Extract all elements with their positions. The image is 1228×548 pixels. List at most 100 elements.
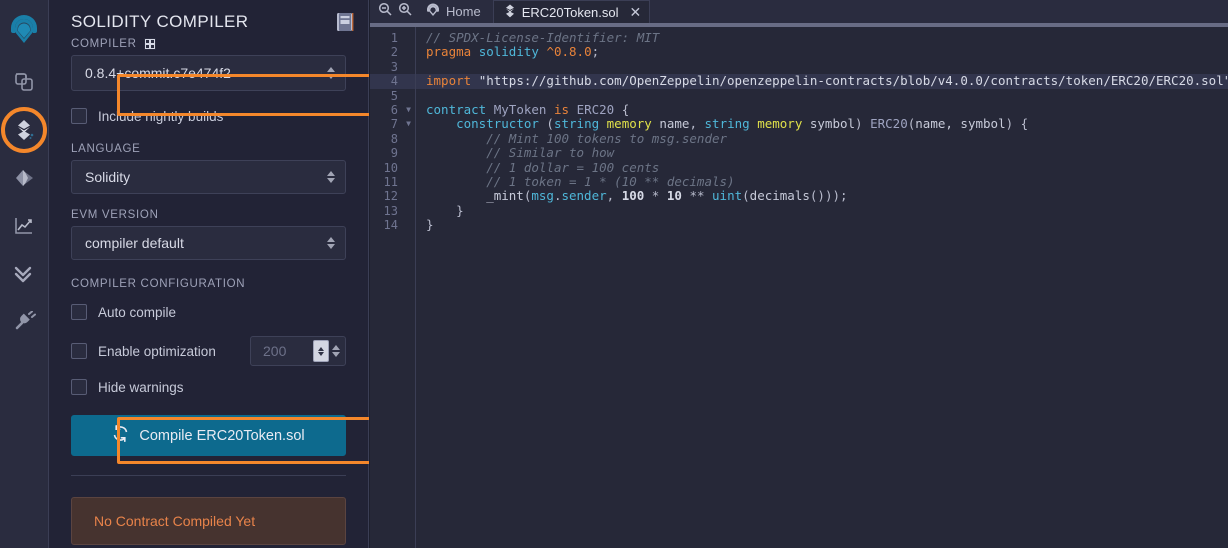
- debugger-checks-icon[interactable]: [0, 250, 49, 298]
- code-text: // Similar to how: [486, 145, 615, 161]
- solidity-compiler-panel: SOLIDITY COMPILER COMPILER 0.8.4+commit.…: [49, 0, 397, 548]
- chevron-updown-icon: [327, 237, 335, 249]
- compiler-field-label: COMPILER: [71, 38, 346, 50]
- panel-body: COMPILER 0.8.4+commit.c7e474f2 Include n…: [49, 38, 368, 476]
- code-editor[interactable]: 1 // SPDX-License-Identifier: MIT 2 pragma …: [370, 27, 1228, 548]
- code-text: import "https://github.com/OpenZeppelin/…: [426, 73, 1228, 89]
- auto-compile-row[interactable]: Auto compile: [71, 302, 346, 322]
- remix-logo-icon: [426, 3, 440, 21]
- evm-version-label-text: EVM VERSION: [71, 209, 159, 221]
- code-line[interactable]: 11 // 1 token = 1 * (10 ** decimals): [370, 173, 1228, 189]
- panel-divider: [71, 475, 346, 476]
- chevron-updown-icon: [327, 67, 335, 79]
- evm-version-field-label: EVM VERSION: [71, 209, 346, 221]
- line-number: 11: [383, 174, 398, 189]
- solidity-compiler-icon[interactable]: [0, 106, 49, 154]
- fold-toggle-icon[interactable]: ▼: [400, 117, 414, 131]
- gutter-divider: [415, 27, 416, 548]
- code-line[interactable]: 4 import "https://github.com/OpenZeppelin…: [370, 73, 1228, 89]
- line-number: 3: [390, 59, 398, 74]
- remix-logo-icon[interactable]: [0, 6, 49, 58]
- nightly-builds-checkbox[interactable]: [71, 108, 87, 124]
- code-line[interactable]: 13 }: [370, 202, 1228, 218]
- line-number: 9: [390, 146, 398, 161]
- code-line[interactable]: 6 ▼ contract MyToken is ERC20 {: [370, 102, 1228, 117]
- enable-optimization-row[interactable]: Enable optimization 200: [71, 336, 346, 366]
- code-text: }: [426, 217, 434, 233]
- analysis-chart-icon[interactable]: [0, 202, 49, 250]
- editor-tabbar: Home ERC20Token.sol ✕: [370, 0, 1228, 23]
- chevron-updown-icon: [327, 171, 335, 183]
- zoom-out-icon[interactable]: [378, 2, 392, 21]
- line-number: 4: [390, 74, 398, 89]
- code-text: constructor (string memory name, string …: [456, 116, 1029, 132]
- compiler-configuration-label: COMPILER CONFIGURATION: [71, 278, 346, 290]
- code-text: // 1 token = 1 * (10 ** decimals): [486, 173, 735, 189]
- compiler-version-select[interactable]: 0.8.4+commit.c7e474f2: [71, 55, 346, 91]
- code-line[interactable]: 5: [370, 89, 1228, 103]
- code-line[interactable]: 12 _mint(msg.sender, 100 * 10 ** uint(de…: [370, 189, 1228, 204]
- line-number: 10: [383, 160, 398, 175]
- code-text: pragma solidity ^0.8.0;: [426, 44, 600, 60]
- code-line[interactable]: 2 pragma solidity ^0.8.0;: [370, 44, 1228, 60]
- code-line[interactable]: 7 ▼ constructor (string memory name, stri…: [370, 116, 1228, 132]
- chevron-updown-icon: [332, 345, 340, 357]
- icon-rail: [0, 0, 49, 548]
- auto-compile-label: Auto compile: [98, 304, 177, 320]
- code-text: // SPDX-License-Identifier: MIT: [426, 30, 660, 45]
- evm-version-value: compiler default: [85, 235, 184, 251]
- line-number: 12: [383, 189, 398, 204]
- code-line[interactable]: 10 // 1 dollar = 100 cents: [370, 159, 1228, 175]
- code-line[interactable]: 8 // Mint 100 tokens to msg.sender: [370, 130, 1228, 146]
- code-text: // Mint 100 tokens to msg.sender: [486, 130, 728, 146]
- optimization-runs-value: 200: [263, 343, 287, 359]
- evm-version-select[interactable]: compiler default: [71, 226, 346, 260]
- book-icon[interactable]: [336, 12, 354, 32]
- line-number: 8: [390, 131, 398, 146]
- hide-warnings-row[interactable]: Hide warnings: [71, 377, 346, 397]
- solidity-file-icon: [504, 4, 516, 21]
- compiler-version-value: 0.8.4+commit.c7e474f2: [85, 65, 231, 81]
- tab-erc20token-sol[interactable]: ERC20Token.sol ✕: [492, 0, 651, 23]
- page-title: SOLIDITY COMPILER: [71, 12, 249, 31]
- fold-toggle-icon[interactable]: ▼: [400, 103, 414, 117]
- tab-label: ERC20Token.sol: [521, 4, 619, 20]
- compile-status-badge: No Contract Compiled Yet: [71, 497, 346, 545]
- number-stepper-buttons[interactable]: [313, 340, 329, 362]
- compile-button-label: Compile ERC20Token.sol: [139, 427, 305, 444]
- code-text: // 1 dollar = 100 cents: [486, 159, 660, 175]
- language-label-text: LANGUAGE: [71, 143, 141, 155]
- nightly-builds-row[interactable]: Include nightly builds: [71, 106, 346, 126]
- language-field-label: LANGUAGE: [71, 143, 346, 155]
- zoom-controls: [370, 0, 420, 23]
- compiler-configuration-text: COMPILER CONFIGURATION: [71, 278, 246, 290]
- line-number: 1: [390, 31, 398, 45]
- hide-warnings-checkbox[interactable]: [71, 379, 87, 395]
- code-line[interactable]: 9 // Similar to how: [370, 145, 1228, 161]
- compile-button[interactable]: Compile ERC20Token.sol: [71, 415, 346, 456]
- optimization-runs-stepper[interactable]: 200: [250, 336, 346, 366]
- line-number: 13: [383, 203, 398, 218]
- plus-square-icon[interactable]: [143, 38, 156, 50]
- tab-home[interactable]: Home: [420, 0, 493, 23]
- hide-warnings-label: Hide warnings: [98, 379, 184, 395]
- code-line[interactable]: 14}: [370, 217, 1228, 233]
- deploy-run-icon[interactable]: [0, 154, 49, 202]
- nightly-builds-label: Include nightly builds: [98, 108, 224, 124]
- file-explorer-icon[interactable]: [0, 58, 49, 106]
- code-line[interactable]: 3: [370, 60, 1228, 74]
- panel-header: SOLIDITY COMPILER: [49, 0, 368, 38]
- remix-ide-window: SOLIDITY COMPILER COMPILER 0.8.4+commit.…: [0, 0, 1228, 548]
- refresh-icon: [112, 425, 129, 446]
- zoom-in-icon[interactable]: [398, 2, 412, 21]
- code-text: }: [456, 202, 464, 218]
- close-icon[interactable]: ✕: [630, 5, 642, 19]
- enable-optimization-checkbox[interactable]: [71, 343, 87, 359]
- line-number: 6: [390, 102, 398, 117]
- auto-compile-checkbox[interactable]: [71, 304, 87, 320]
- line-number: 5: [390, 88, 398, 103]
- plugin-manager-icon[interactable]: [0, 298, 49, 346]
- code-line[interactable]: 1 // SPDX-License-Identifier: MIT: [370, 30, 1228, 45]
- language-value: Solidity: [85, 169, 131, 185]
- language-select[interactable]: Solidity: [71, 160, 346, 194]
